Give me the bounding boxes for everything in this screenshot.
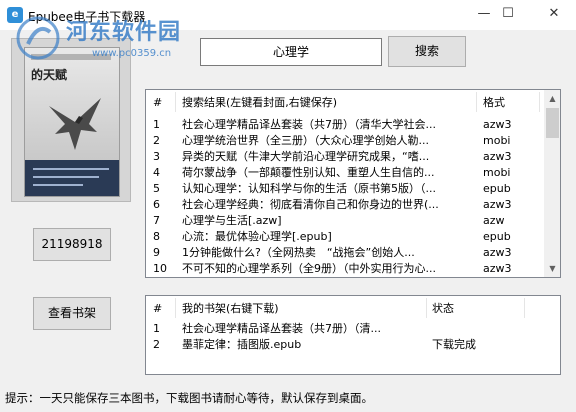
row-format: azw3 — [483, 118, 512, 131]
row-num: 2 — [153, 134, 160, 147]
scroll-down-icon[interactable]: ▼ — [544, 260, 560, 277]
table-row[interactable]: 10 不可不知的心理学系列（全9册）（中外实用行为心... azw3 — [146, 261, 542, 277]
row-format: azw3 — [483, 246, 512, 259]
scroll-up-icon[interactable]: ▲ — [544, 90, 560, 107]
row-status: 下载完成 — [432, 338, 476, 351]
row-title: 墨菲定律：插图版.epub — [182, 338, 302, 351]
column-divider — [524, 298, 525, 318]
row-num: 9 — [153, 246, 160, 259]
row-num: 6 — [153, 198, 160, 211]
row-format: epub — [483, 230, 511, 243]
eagle-illustration — [49, 98, 101, 150]
row-num: 10 — [153, 262, 167, 275]
row-format: mobi — [483, 166, 511, 179]
table-row[interactable]: 3 异类的天赋（牛津大学前沿心理学研究成果，“嗜... azw3 — [146, 149, 542, 165]
search-button[interactable]: 搜索 — [388, 36, 466, 67]
watermark-logo-icon — [16, 16, 60, 60]
close-button[interactable]: ✕ — [544, 5, 564, 23]
row-num: 5 — [153, 182, 160, 195]
row-num: 3 — [153, 150, 160, 163]
cover-text-line — [33, 184, 83, 186]
column-divider — [539, 92, 540, 112]
row-title: 社会心理学精品译丛套装（共7册）（清... — [182, 322, 381, 335]
row-title: 异类的天赋（牛津大学前沿心理学研究成果，“嗜... — [182, 150, 430, 163]
search-results-list[interactable]: # 搜索结果(左键看封面,右键保存) 格式 1 社会心理学精品译丛套装（共7册）… — [145, 89, 561, 278]
shelf-header: # 我的书架(右键下载) 状态 — [146, 301, 542, 317]
column-header-title[interactable]: 搜索结果(左键看封面,右键保存) — [182, 95, 476, 111]
column-divider — [175, 298, 176, 318]
row-title: 认知心理学：认知科学与你的生活（原书第5版）（... — [182, 182, 436, 195]
row-title: 心理学与生活[.azw] — [182, 214, 282, 227]
column-header-title[interactable]: 我的书架(右键下载) — [182, 301, 426, 317]
row-format: mobi — [483, 134, 511, 147]
row-format: azw3 — [483, 150, 512, 163]
column-divider — [175, 92, 176, 112]
cover-title: 的天赋 — [31, 68, 68, 82]
row-title: 1分钟能做什么?（全网热卖 “战拖会”创始人... — [182, 246, 415, 259]
status-hint: 提示：一天只能保存三本图书，下载图书请耐心等待，默认保存到桌面。 — [5, 391, 373, 405]
row-status — [432, 321, 522, 337]
column-header-status[interactable]: 状态 — [432, 301, 522, 317]
row-title: 心流：最优体验心理学[.epub] — [182, 230, 332, 243]
row-num: 1 — [153, 322, 160, 335]
column-divider — [426, 298, 427, 318]
row-title: 社会心理学经典：彻底看清你自己和你身边的世界(... — [182, 198, 439, 211]
column-header-num[interactable]: # — [153, 301, 175, 317]
row-title: 心理学统治世界（全三册）（大众心理学创始人勒... — [182, 134, 429, 147]
row-format: epub — [483, 182, 511, 195]
cover-text-line — [33, 168, 109, 170]
row-num: 2 — [153, 338, 160, 351]
results-scrollbar[interactable]: ▲ ▼ — [544, 90, 560, 277]
row-title: 社会心理学精品译丛套装（共7册）（清华大学社会... — [182, 118, 436, 131]
row-num: 7 — [153, 214, 160, 227]
column-header-format[interactable]: 格式 — [483, 95, 539, 111]
row-format: azw3 — [483, 198, 512, 211]
results-header: # 搜索结果(左键看封面,右键保存) 格式 — [146, 95, 542, 111]
table-row[interactable]: 5 认知心理学：认知科学与你的生活（原书第5版）（... epub — [146, 181, 542, 197]
cover-text-line — [33, 176, 99, 178]
table-row[interactable]: 9 1分钟能做什么?（全网热卖 “战拖会”创始人... azw3 — [146, 245, 542, 261]
scroll-thumb[interactable] — [546, 108, 559, 138]
row-num: 8 — [153, 230, 160, 243]
column-divider — [476, 92, 477, 112]
table-row[interactable]: 2 墨菲定律：插图版.epub 下载完成 — [146, 337, 542, 353]
search-input[interactable]: 心理学 — [200, 38, 382, 66]
maximize-button[interactable]: ☐ — [498, 5, 518, 23]
watermark-url: www.pc0359.cn — [92, 48, 172, 59]
cover-art: 的天赋 — [24, 47, 120, 197]
minimize-button[interactable]: — — [474, 5, 494, 23]
column-header-num[interactable]: # — [153, 95, 175, 111]
row-num: 1 — [153, 118, 160, 131]
table-row[interactable]: 1 社会心理学精品译丛套装（共7册）（清华大学社会... azw3 — [146, 117, 542, 133]
cover-band — [25, 160, 119, 196]
table-row[interactable]: 8 心流：最优体验心理学[.epub] epub — [146, 229, 542, 245]
table-row[interactable]: 7 心理学与生活[.azw] azw — [146, 213, 542, 229]
book-cover-image: 的天赋 — [11, 38, 131, 202]
table-row[interactable]: 2 心理学统治世界（全三册）（大众心理学创始人勒... mobi — [146, 133, 542, 149]
view-shelf-button[interactable]: 查看书架 — [33, 297, 111, 330]
table-row[interactable]: 6 社会心理学经典：彻底看清你自己和你身边的世界(... azw3 — [146, 197, 542, 213]
row-title: 荷尔蒙战争（一部颠覆性别认知、重塑人生自信的... — [182, 166, 435, 179]
watermark-brand: 河东软件园 — [66, 19, 182, 45]
row-title: 不可不知的心理学系列（全9册）（中外实用行为心... — [182, 262, 436, 275]
table-row[interactable]: 1 社会心理学精品译丛套装（共7册）（清... — [146, 321, 542, 337]
row-format: azw — [483, 214, 505, 227]
table-row[interactable]: 4 荷尔蒙战争（一部颠覆性别认知、重塑人生自信的... mobi — [146, 165, 542, 181]
my-shelf-list[interactable]: # 我的书架(右键下载) 状态 1 社会心理学精品译丛套装（共7册）（清... … — [145, 295, 561, 375]
row-format: azw3 — [483, 262, 512, 275]
row-num: 4 — [153, 166, 160, 179]
book-id-button[interactable]: 21198918 — [33, 228, 111, 261]
